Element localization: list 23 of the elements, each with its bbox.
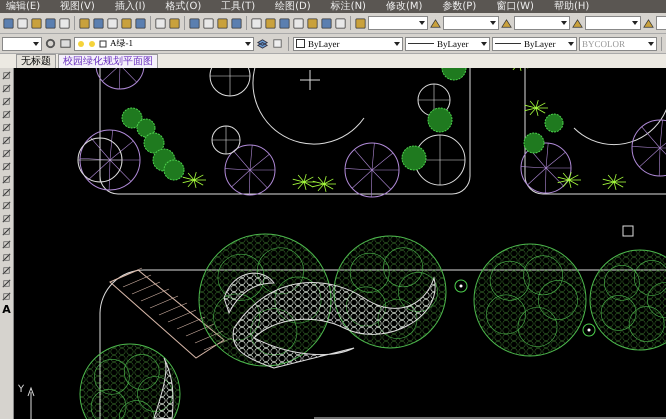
text-tool[interactable]: A [2,304,11,316]
menu-item[interactable]: 窗口(W) [496,0,534,12]
square-icon[interactable] [99,40,107,48]
menu-item[interactable]: 工具(T) [221,0,256,12]
layers-icon[interactable] [256,37,269,50]
menu-item[interactable]: 修改(M) [386,0,422,12]
layer-manager-icon[interactable] [59,37,72,50]
layer-dropdown[interactable]: A绿-1 [74,36,254,50]
menu-item[interactable]: 绘图(D) [275,0,311,12]
lineweight-dropdown[interactable]: ByLayer [492,36,577,50]
menu-item[interactable]: 视图(V) [60,0,95,12]
workspace-dropdown[interactable] [2,36,42,50]
menu-item[interactable]: 编辑(E) [6,0,40,12]
color-dropdown[interactable]: ByLayer [293,36,403,50]
linetype-dropdown[interactable]: ByLayer [405,36,490,50]
menu-item[interactable]: 插入(I) [114,0,146,12]
menu-item[interactable]: 标注(N) [330,0,366,12]
ucs-axis-label: Y [18,384,24,395]
document-tab[interactable]: 校园绿化规划平面图 [58,54,158,68]
document-tab[interactable]: 无标题 [16,54,56,68]
menu-item[interactable]: 格式(O) [166,0,202,12]
menu-item[interactable]: 帮助(H) [554,0,590,12]
menu-item[interactable]: 参数(P) [442,0,476,12]
